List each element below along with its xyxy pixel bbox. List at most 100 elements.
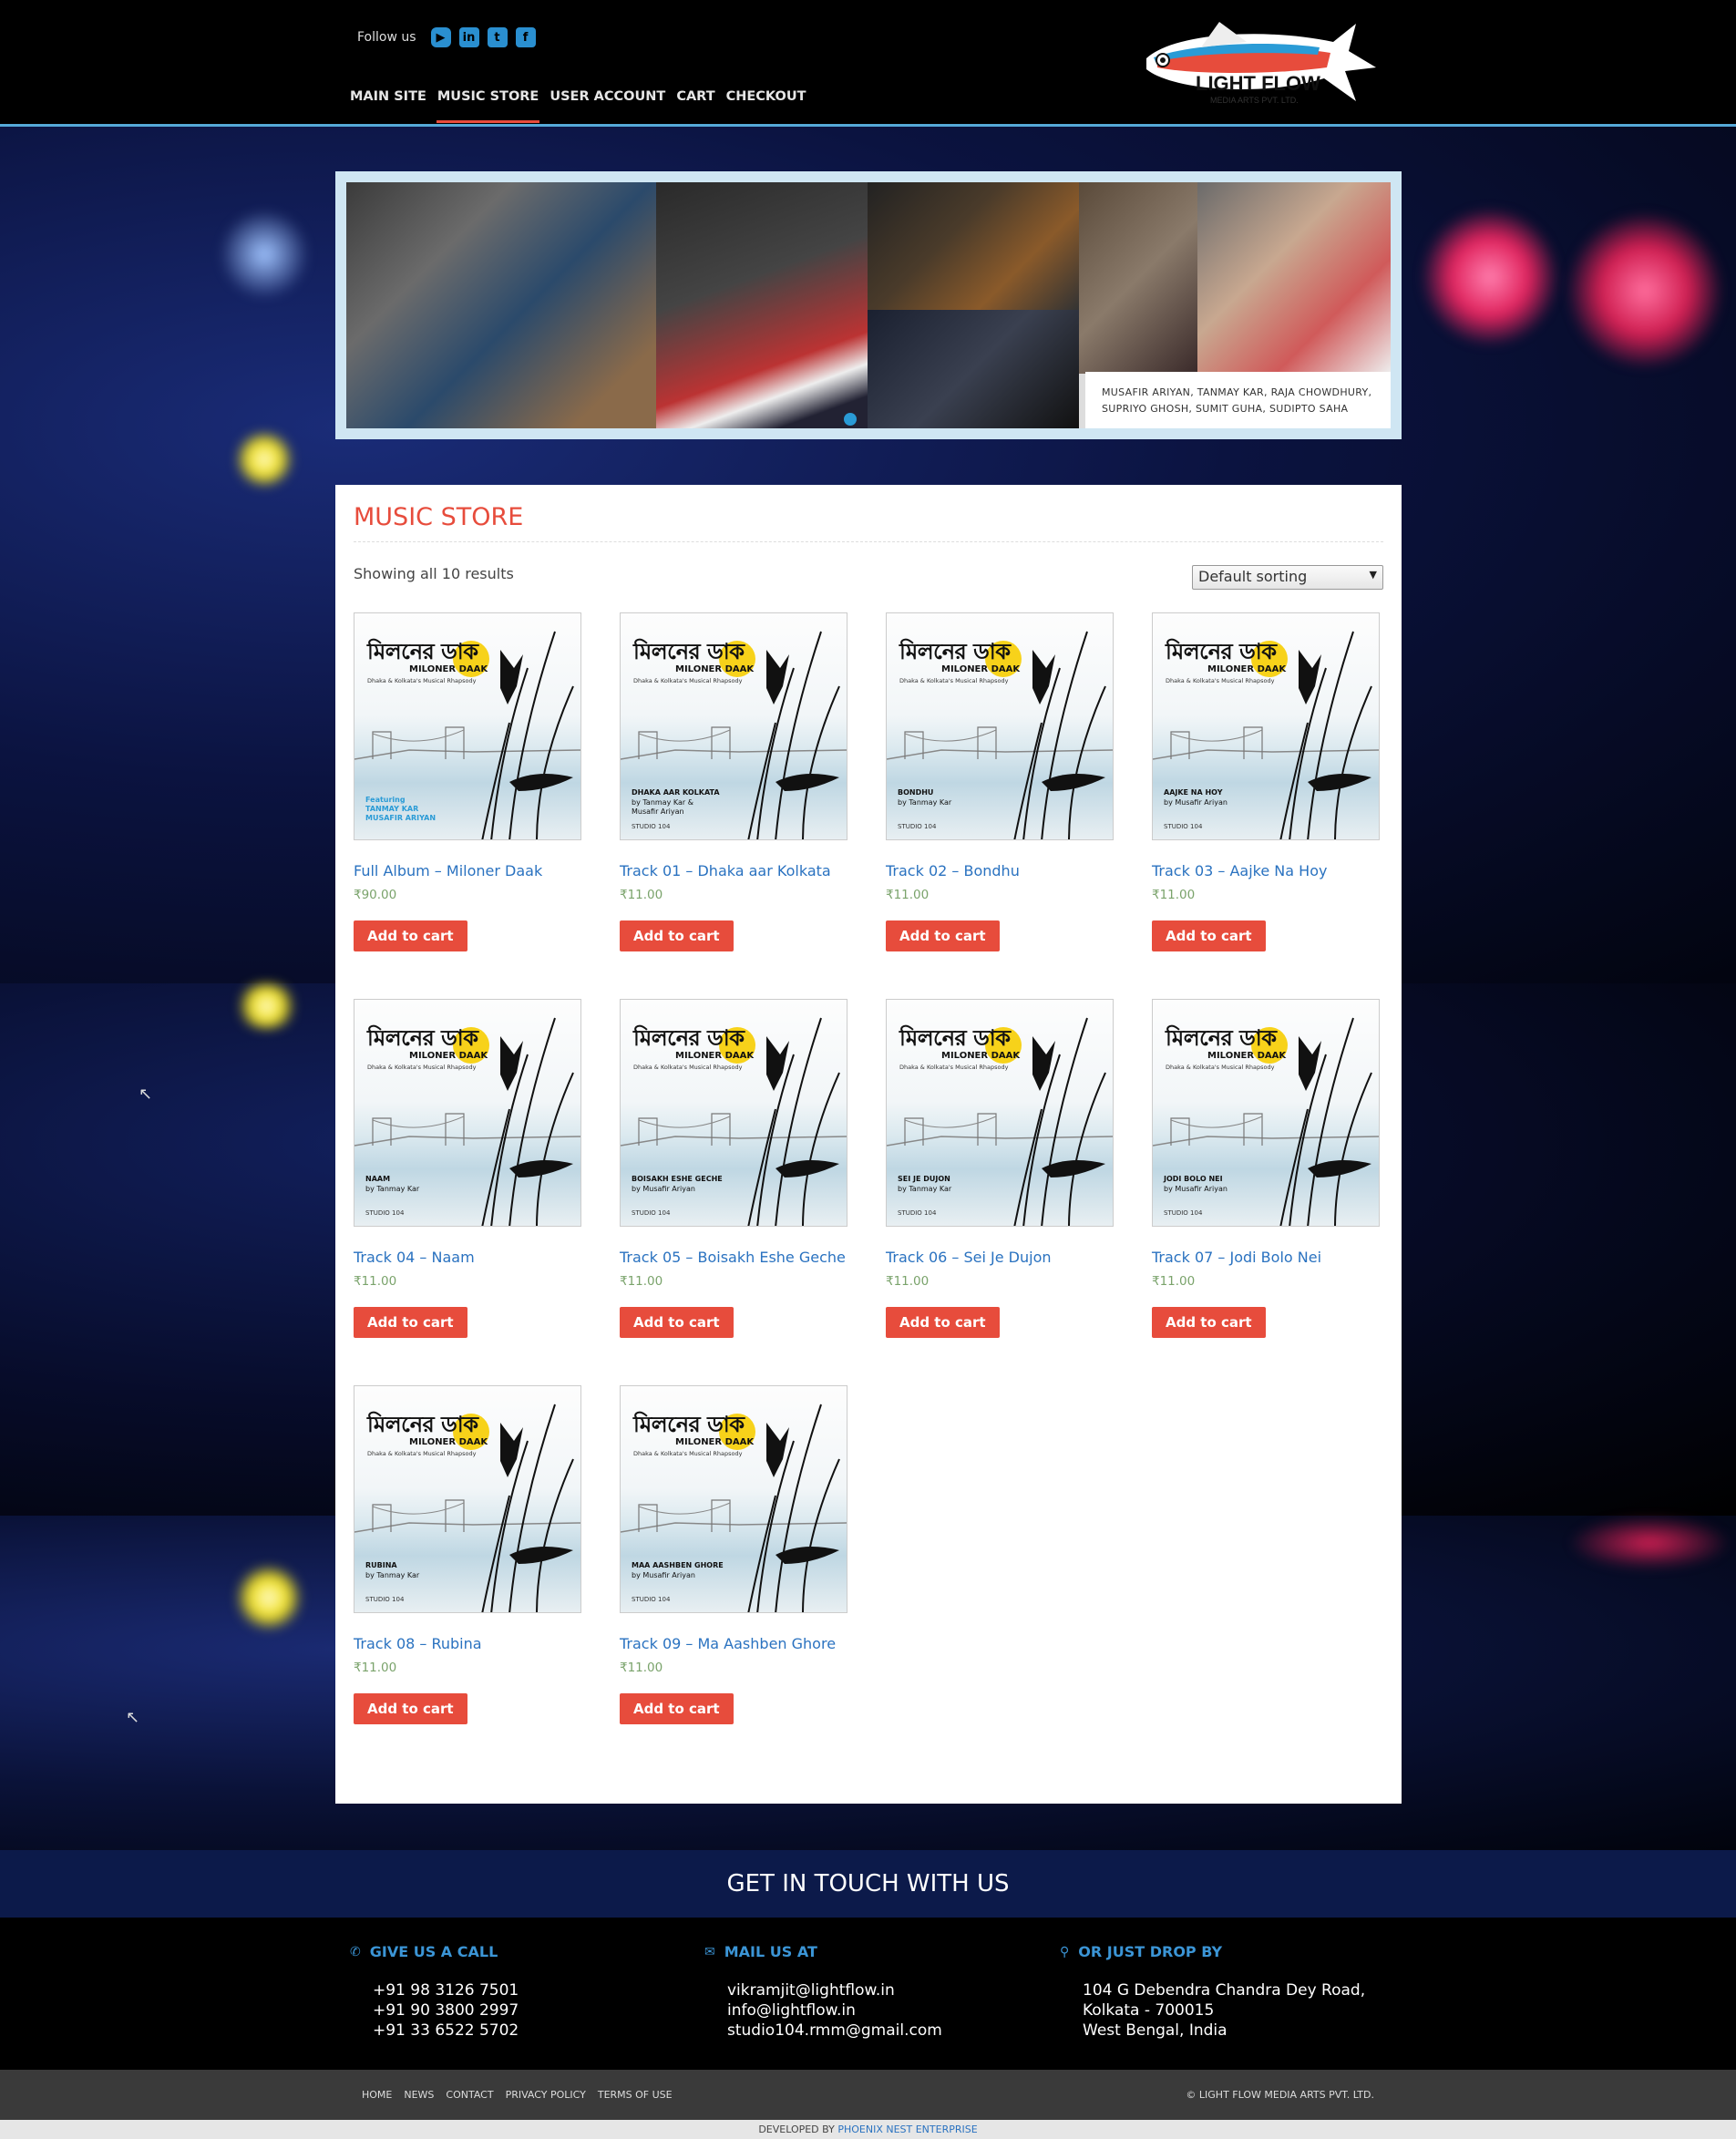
product-cover-image[interactable]: মিলনের ডাক MILONER DAAK Dhaka & Kolkata's …: [354, 612, 581, 840]
product-card: মিলনের ডাক MILONER DAAK Dhaka & Kolkata's …: [620, 999, 847, 1338]
email-2[interactable]: info@lightflow.in: [727, 2000, 942, 2021]
photo-drummer: [868, 310, 1079, 428]
mail-heading: ✉ MAIL US AT: [704, 1943, 942, 1960]
linkedin-icon[interactable]: in: [458, 27, 479, 47]
add-to-cart-button[interactable]: Add to cart: [886, 1307, 1000, 1338]
twitter-icon[interactable]: t: [487, 27, 508, 47]
product-title-link[interactable]: Track 09 – Ma Aashben Ghore: [620, 1635, 847, 1652]
contact-mail: ✉ MAIL US AT vikramjit@lightflow.in info…: [704, 1943, 942, 2041]
phone-2[interactable]: +91 90 3800 2997: [373, 2000, 519, 2021]
product-cover-image[interactable]: মিলনের ডাক MILONER DAAK Dhaka & Kolkata's …: [620, 1385, 847, 1613]
add-to-cart-button[interactable]: Add to cart: [354, 920, 467, 951]
cover-artist-name: by Musafir Ariyan: [632, 1571, 695, 1579]
footer-link-contact[interactable]: CONTACT: [446, 2089, 493, 2101]
product-title-link[interactable]: Track 01 – Dhaka aar Kolkata: [620, 862, 847, 879]
add-to-cart-button[interactable]: Add to cart: [354, 1307, 467, 1338]
product-card: মিলনের ডাক MILONER DAAK Dhaka & Kolkata's …: [354, 1385, 581, 1724]
follow-label: Follow us: [357, 30, 416, 45]
footer-links: HOME NEWS CONTACT PRIVACY POLICY TERMS O…: [362, 2089, 684, 2101]
mouse-cursor-icon: ↖: [139, 1085, 153, 1104]
facebook-icon[interactable]: f: [515, 27, 536, 47]
phone-1[interactable]: +91 98 3126 7501: [373, 1980, 519, 2000]
photo-guitarist-blue: [346, 182, 656, 428]
youtube-icon[interactable]: ▶: [430, 27, 451, 47]
add-to-cart-button[interactable]: Add to cart: [354, 1693, 467, 1724]
copyright: © LIGHT FLOW MEDIA ARTS PVT. LTD.: [1186, 2089, 1374, 2101]
cover-track-name: BONDHU: [898, 788, 934, 797]
product-price: ₹11.00: [1152, 888, 1196, 902]
cover-artist-name: by Tanmay Kar: [898, 1185, 952, 1193]
nav-user-account[interactable]: USER ACCOUNT: [549, 87, 666, 123]
add-to-cart-button[interactable]: Add to cart: [620, 1307, 734, 1338]
footer-link-privacy[interactable]: PRIVACY POLICY: [506, 2089, 586, 2101]
product-cover-image[interactable]: মিলনের ডাক MILONER DAAK Dhaka & Kolkata's …: [620, 612, 847, 840]
phone-3[interactable]: +91 33 6522 5702: [373, 2021, 519, 2041]
photo-singer-headphones: [1197, 182, 1391, 374]
address-1: 104 G Debendra Chandra Dey Road,: [1083, 1981, 1366, 2000]
cover-track-name: NAAM: [365, 1175, 391, 1183]
caption-line-2: SUPRIYO GHOSH, SUMIT GUHA, SUDIPTO SAHA: [1102, 403, 1349, 415]
product-price: ₹11.00: [1152, 1274, 1196, 1289]
nav-music-store[interactable]: MUSIC STORE: [436, 87, 540, 123]
product-title-link[interactable]: Track 05 – Boisakh Eshe Geche: [620, 1249, 847, 1266]
product-title-link[interactable]: Full Album – Miloner Daak: [354, 862, 581, 879]
light-flow-logo[interactable]: LIGHT FLOW MEDIA ARTS PVT. LTD.: [1137, 15, 1379, 113]
add-to-cart-button[interactable]: Add to cart: [620, 1693, 734, 1724]
add-to-cart-button[interactable]: Add to cart: [620, 920, 734, 951]
footer-link-home[interactable]: HOME: [362, 2089, 392, 2101]
add-to-cart-button[interactable]: Add to cart: [886, 920, 1000, 951]
page-title: MUSIC STORE: [354, 503, 524, 531]
mail-heading-text: MAIL US AT: [724, 1943, 817, 1960]
title-divider: [354, 541, 1383, 542]
slider-dot[interactable]: [844, 413, 857, 426]
add-to-cart-button[interactable]: Add to cart: [1152, 920, 1266, 951]
contact-section: ✆ GIVE US A CALL +91 98 3126 7501 +91 90…: [0, 1918, 1736, 2070]
nav-checkout[interactable]: CHECKOUT: [725, 87, 807, 123]
product-title-link[interactable]: Track 03 – Aajke Na Hoy: [1152, 862, 1380, 879]
product-cover-image[interactable]: মিলনের ডাক MILONER DAAK Dhaka & Kolkata's …: [1152, 612, 1380, 840]
product-title-link[interactable]: Track 02 – Bondhu: [886, 862, 1114, 879]
address-lines: 104 G Debendra Chandra Dey Road, Kolkata…: [1083, 1980, 1365, 2041]
product-card: মিলনের ডাক MILONER DAAK Dhaka & Kolkata's …: [886, 612, 1114, 951]
developer-link[interactable]: PHOENIX NEST ENTERPRISE: [837, 2124, 977, 2135]
product-cover-image[interactable]: মিলনের ডাক MILONER DAAK Dhaka & Kolkata's …: [886, 999, 1114, 1227]
product-title-link[interactable]: Track 07 – Jodi Bolo Nei: [1152, 1249, 1380, 1266]
product-card: মিলনের ডাক MILONER DAAK Dhaka & Kolkata's …: [354, 999, 581, 1338]
cover-artist-name: by Musafir Ariyan: [1164, 798, 1228, 807]
contact-call: ✆ GIVE US A CALL +91 98 3126 7501 +91 90…: [350, 1943, 519, 2041]
cover-track-name: RUBINA: [365, 1561, 397, 1569]
product-cover-image[interactable]: মিলনের ডাক MILONER DAAK Dhaka & Kolkata's …: [886, 612, 1114, 840]
nav-cart[interactable]: CART: [675, 87, 715, 123]
developed-by-label: DEVELOPED BY: [758, 2124, 835, 2135]
get-in-touch-banner: GET IN TOUCH WITH US: [0, 1850, 1736, 1918]
product-cover-image[interactable]: মিলনের ডাক MILONER DAAK Dhaka & Kolkata's …: [1152, 999, 1380, 1227]
product-price: ₹11.00: [886, 1274, 930, 1289]
product-cover-image[interactable]: মিলনের ডাক MILONER DAAK Dhaka & Kolkata's …: [620, 999, 847, 1227]
product-title-link[interactable]: Track 06 – Sei Je Dujon: [886, 1249, 1114, 1266]
cover-artist-name: TANMAY KAR MUSAFIR ARIYAN: [365, 805, 437, 822]
hero-slider[interactable]: MUSAFIR ARIYAN, TANMAY KAR, RAJA CHOWDHU…: [335, 171, 1402, 439]
photo-percussionist: [1079, 182, 1197, 374]
sorting-select[interactable]: Default sorting ▼: [1192, 565, 1383, 590]
map-pin-icon: ⚲: [1060, 1944, 1070, 1959]
cover-studio-label: STUDIO 104: [632, 823, 671, 830]
caption-line-1: MUSAFIR ARIYAN, TANMAY KAR, RAJA CHOWDHU…: [1102, 386, 1372, 398]
product-title-link[interactable]: Track 04 – Naam: [354, 1249, 581, 1266]
product-title-link[interactable]: Track 08 – Rubina: [354, 1635, 581, 1652]
footer-link-terms[interactable]: TERMS OF USE: [598, 2089, 673, 2101]
footer-bar: HOME NEWS CONTACT PRIVACY POLICY TERMS O…: [0, 2070, 1736, 2120]
cover-track-name: JODI BOLO NEI: [1164, 1175, 1223, 1183]
nav-main-site[interactable]: MAIN SITE: [349, 87, 427, 123]
add-to-cart-button[interactable]: Add to cart: [1152, 1307, 1266, 1338]
product-cover-image[interactable]: মিলনের ডাক MILONER DAAK Dhaka & Kolkata's …: [354, 1385, 581, 1613]
email-1[interactable]: vikramjit@lightflow.in: [727, 1980, 942, 2000]
cover-studio-label: STUDIO 104: [632, 1209, 671, 1217]
product-price: ₹11.00: [620, 1274, 663, 1289]
cover-studio-label: STUDIO 104: [632, 1596, 671, 1603]
footer-link-news[interactable]: NEWS: [404, 2089, 434, 2101]
cover-track-name: Featuring: [365, 796, 406, 804]
cover-track-name: AAJKE NA HOY: [1164, 788, 1223, 797]
product-cover-image[interactable]: মিলনের ডাক MILONER DAAK Dhaka & Kolkata's …: [354, 999, 581, 1227]
cover-track-name: BOISAKH ESHE GECHE: [632, 1175, 723, 1183]
email-3[interactable]: studio104.rmm@gmail.com: [727, 2021, 942, 2041]
